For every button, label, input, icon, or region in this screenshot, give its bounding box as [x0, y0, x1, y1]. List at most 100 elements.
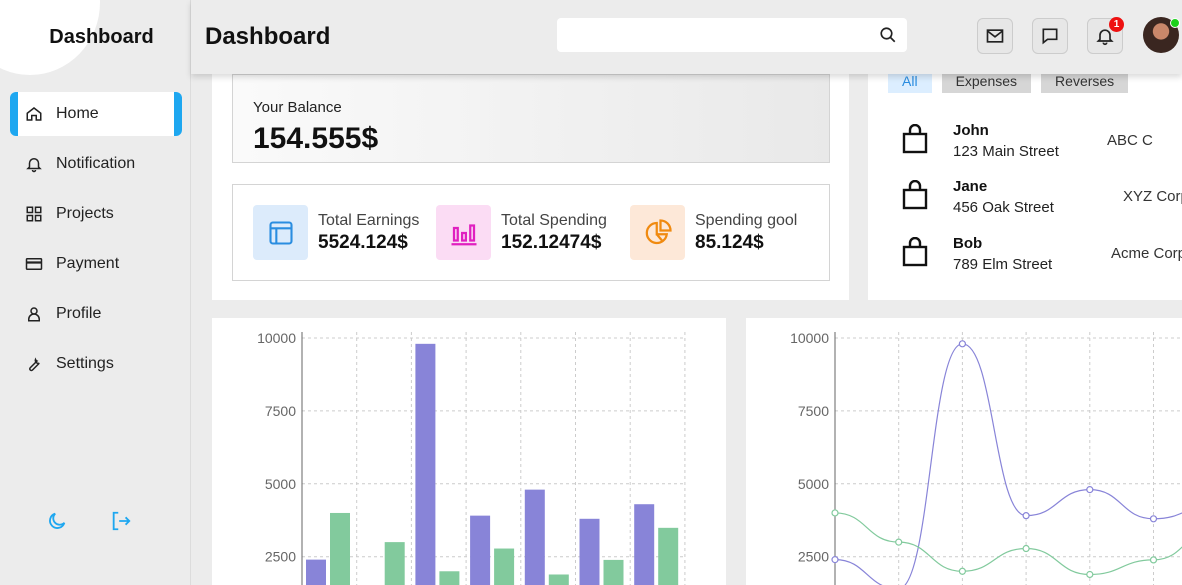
stat-spending-goal: Spending gool 85.124$	[630, 205, 797, 260]
sidebar-brand: Dashboard	[49, 26, 154, 48]
data-point	[958, 567, 966, 575]
online-status-dot	[1170, 18, 1180, 28]
bell-icon	[24, 154, 44, 174]
data-point	[1022, 512, 1030, 520]
sidebar-item-label: Home	[56, 105, 99, 122]
line-chart: 10000 7500 5000 2500	[790, 330, 1182, 585]
search-icon[interactable]	[879, 26, 897, 44]
sidebar-item-home[interactable]: Home	[10, 92, 182, 136]
bar	[415, 343, 436, 585]
bar	[384, 542, 405, 585]
bar-chart-card: 10000 7500 5000 2500	[212, 318, 726, 585]
table-icon	[253, 205, 308, 260]
data-point	[1086, 570, 1094, 579]
messages-button[interactable]	[1032, 18, 1068, 54]
sidebar-item-payment[interactable]: Payment	[10, 242, 182, 286]
grid-icon	[24, 204, 44, 224]
sidebar-item-projects[interactable]: Projects	[10, 192, 182, 236]
moon-icon	[49, 512, 66, 529]
pie-chart-icon	[630, 205, 685, 260]
y-tick-label: 10000	[257, 330, 296, 346]
sidebar-item-settings[interactable]: Settings	[10, 342, 182, 386]
bar	[548, 574, 569, 585]
contact-address: 456 Oak Street	[953, 199, 1054, 216]
data-point	[1149, 556, 1158, 564]
contact-name: Bob	[953, 235, 983, 252]
shopping-bag-icon	[902, 180, 928, 210]
contact-company: Acme Corp	[1111, 245, 1182, 262]
dark-mode-button[interactable]	[44, 508, 70, 534]
y-tick-label: 10000	[790, 330, 829, 346]
logout-icon	[112, 511, 131, 531]
sidebar-item-label: Projects	[56, 205, 114, 222]
stat-label: Spending gool	[695, 211, 798, 229]
contact-address: 123 Main Street	[953, 143, 1059, 160]
balance-panel: Your Balance 154.555$	[232, 74, 830, 163]
data-point	[831, 509, 839, 517]
top-header: Dashboard 1	[191, 0, 1182, 74]
bar-chart: 10000 7500 5000 2500	[257, 330, 686, 585]
sidebar-item-label: Profile	[56, 305, 102, 322]
stat-value: 85.124$	[695, 231, 764, 253]
y-tick-label: 7500	[798, 403, 829, 419]
bar	[330, 512, 350, 585]
wrench-icon	[24, 354, 44, 374]
stat-value: 5524.124$	[318, 231, 408, 253]
bar	[470, 515, 491, 585]
bar	[524, 489, 545, 585]
notifications-button[interactable]: 1	[1087, 17, 1124, 54]
user-icon	[24, 304, 44, 324]
y-tick-label: 7500	[265, 403, 296, 419]
mail-icon	[986, 29, 1004, 43]
balance-label: Your Balance	[253, 99, 342, 116]
stats-panel: Total Earnings 5524.124$ Total Spending …	[232, 184, 830, 281]
contact-address: 789 Elm Street	[953, 256, 1053, 273]
notification-badge: 1	[1109, 17, 1124, 32]
list-item[interactable]: Jane 456 Oak Street XYZ Corp	[902, 178, 1182, 218]
shopping-bag-icon	[902, 237, 928, 267]
y-tick-label: 2500	[265, 549, 296, 565]
shopping-bag-icon	[902, 124, 928, 154]
search-input[interactable]	[557, 18, 907, 52]
page-title: Dashboard	[205, 23, 331, 50]
list-item[interactable]: John 123 Main Street ABC C	[902, 122, 1182, 162]
credit-card-icon	[24, 254, 44, 274]
line-chart-card: 10000 7500 5000 2500	[746, 318, 1182, 585]
sidebar-nav: Home Notification Projects Payment Profi…	[10, 92, 182, 392]
bar-chart-icon	[436, 205, 491, 260]
series-line	[834, 343, 1182, 585]
data-point	[958, 340, 966, 348]
stat-total-spending: Total Spending 152.12474$	[436, 205, 607, 260]
stat-label: Total Earnings	[318, 211, 420, 229]
y-tick-label: 2500	[798, 549, 829, 565]
bar	[494, 548, 515, 585]
bar	[658, 527, 679, 585]
bar	[439, 571, 460, 585]
bar	[306, 559, 326, 585]
sidebar-item-profile[interactable]: Profile	[10, 292, 182, 336]
sidebar: Dashboard Home Notification Projects Pay…	[0, 0, 191, 585]
data-point	[1149, 515, 1158, 523]
balance-card: Your Balance 154.555$ Total Earnings 552…	[212, 60, 849, 300]
y-tick-label: 5000	[798, 476, 829, 492]
data-point	[895, 538, 903, 546]
data-point	[1022, 544, 1030, 553]
contact-name: John	[953, 122, 989, 139]
avatar[interactable]	[1143, 17, 1180, 53]
bar	[579, 518, 600, 585]
y-tick-label: 5000	[265, 476, 296, 492]
stat-total-earnings: Total Earnings 5524.124$	[253, 205, 419, 260]
series-line	[834, 512, 1182, 576]
sidebar-item-notification[interactable]: Notification	[10, 142, 182, 186]
contact-company: ABC C	[1107, 132, 1153, 149]
balance-value: 154.555$	[253, 122, 379, 155]
list-item[interactable]: Bob 789 Elm Street Acme Corp	[902, 235, 1182, 275]
logout-button[interactable]	[108, 508, 134, 534]
contact-company: XYZ Corp	[1123, 188, 1182, 205]
home-icon	[24, 104, 44, 124]
sidebar-item-label: Notification	[56, 155, 136, 172]
mail-button[interactable]	[977, 18, 1013, 54]
bar	[634, 504, 655, 585]
sidebar-item-label: Settings	[56, 355, 114, 372]
chat-icon	[1042, 28, 1058, 45]
